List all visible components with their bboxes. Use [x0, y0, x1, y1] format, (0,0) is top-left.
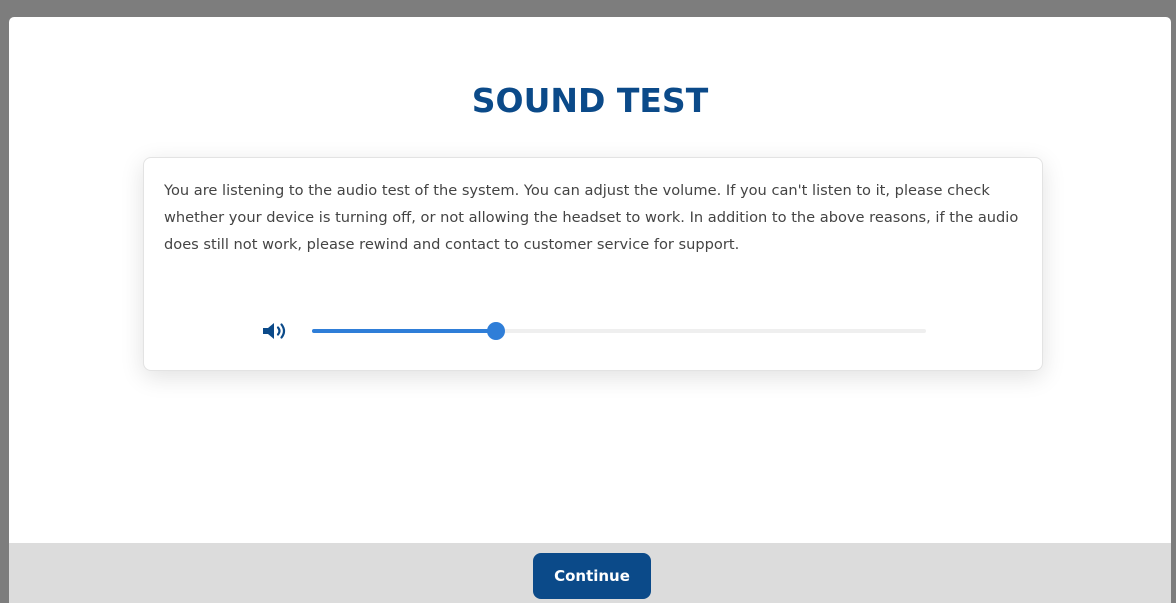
volume-slider-thumb[interactable]	[487, 322, 506, 340]
continue-button[interactable]: Continue	[533, 553, 651, 599]
footer-bar: Continue	[9, 543, 1171, 603]
sound-test-card: You are listening to the audio test of t…	[143, 157, 1043, 371]
volume-slider-fill	[312, 329, 497, 333]
speaker-volume-icon[interactable]	[261, 320, 291, 342]
instructions-text: You are listening to the audio test of t…	[164, 182, 1019, 253]
volume-slider[interactable]	[312, 320, 926, 342]
page-title: SOUND TEST	[471, 81, 709, 120]
sound-test-window: SOUND TEST You are listening to the audi…	[9, 17, 1171, 603]
